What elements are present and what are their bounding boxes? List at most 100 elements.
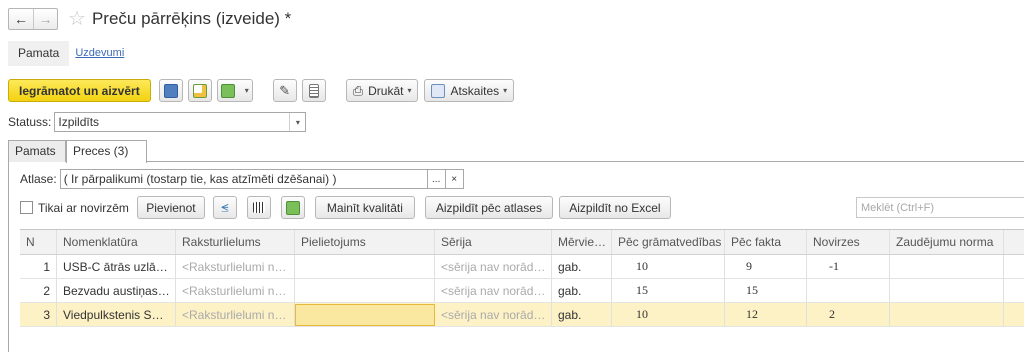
table-row[interactable]: 1 USB-C ātrās uzlā… <Raksturlielumi n… <… xyxy=(20,255,1024,279)
cell-fact[interactable]: 9 xyxy=(725,255,807,278)
edit-button[interactable]: ✎ xyxy=(272,79,297,102)
cell-item[interactable]: Bezvadu austiņas… xyxy=(57,279,176,302)
filter-label: Atlase: xyxy=(20,172,57,186)
cell-extra xyxy=(1004,303,1024,326)
filter-input[interactable]: ( Ir pārpalikumi (tostarp tie, kas atzīm… xyxy=(59,169,428,189)
table-row[interactable]: 2 Bezvadu austiņas… <Raksturlielumi n… <… xyxy=(20,279,1024,303)
cell-book: 10 xyxy=(612,255,725,278)
search-input[interactable]: Meklēt (Ctrl+F) xyxy=(856,197,1024,218)
chevron-down-icon: ▾ xyxy=(407,86,412,95)
cell-unit[interactable]: gab. xyxy=(552,279,612,302)
back-arrow-icon[interactable]: ← xyxy=(9,9,33,29)
barcode-button[interactable] xyxy=(246,196,271,219)
col-header-loss-norm[interactable]: Zaudējumu norma xyxy=(890,230,1004,254)
cell-diff: -1 xyxy=(807,255,890,278)
cell-fact[interactable]: 12 xyxy=(725,303,807,326)
cell-unit[interactable]: gab. xyxy=(552,303,612,326)
cell-characteristic[interactable]: <Raksturlielumi n… xyxy=(176,255,295,278)
cell-n: 2 xyxy=(20,279,57,302)
table-header: N Nomenklatūra Raksturlielums Pielietoju… xyxy=(20,229,1024,255)
add-button[interactable]: Pievienot xyxy=(136,196,205,219)
col-header-n[interactable]: N xyxy=(20,230,57,254)
chevron-down-icon: ▾ xyxy=(244,86,249,95)
forward-arrow-icon[interactable]: → xyxy=(33,9,57,29)
filter-more-button[interactable]: ... xyxy=(427,169,446,189)
cell-extra xyxy=(1004,255,1024,278)
pick-items-button[interactable] xyxy=(280,196,305,219)
only-discrepancies-label: Tikai ar novirzēm xyxy=(38,200,129,215)
only-discrepancies-checkbox[interactable] xyxy=(20,201,33,214)
goods-panel: Atlase: ( Ir pārpalikumi (tostarp tie, k… xyxy=(8,161,1024,352)
chevron-down-icon: ▾ xyxy=(503,86,508,95)
post-and-close-button[interactable]: Iegrāmatot un aizvērt xyxy=(8,79,151,102)
cell-characteristic[interactable]: <Raksturlielumi n… xyxy=(176,279,295,302)
goods-table: N Nomenklatūra Raksturlielums Pielietoju… xyxy=(20,229,1024,327)
section-tabs: Pamata Uzdevumi xyxy=(8,40,124,66)
share-button[interactable]: ⪬ xyxy=(212,196,237,219)
cell-unit[interactable]: gab. xyxy=(552,255,612,278)
cell-fact[interactable]: 15 xyxy=(725,279,807,302)
cell-usage-editing[interactable] xyxy=(295,303,435,326)
cell-usage[interactable] xyxy=(295,279,435,302)
chevron-down-icon[interactable]: ▾ xyxy=(289,113,305,131)
cell-characteristic[interactable]: <Raksturlielumi n… xyxy=(176,303,295,326)
cell-loss-norm[interactable] xyxy=(890,303,1004,326)
table-row-selected[interactable]: 3 Viedpulkstenis S… <Raksturlielumi n… <… xyxy=(20,303,1024,327)
filter-clear-button[interactable]: × xyxy=(445,169,464,189)
col-header-unit[interactable]: Mērvie… xyxy=(552,230,612,254)
print-label: Drukāt xyxy=(368,83,404,98)
create-based-icon xyxy=(220,83,235,98)
print-button[interactable]: ⎙ Drukāt ▾ xyxy=(345,79,419,102)
cell-series[interactable]: <sērija nav norād… xyxy=(435,279,552,302)
col-header-book[interactable]: Pēc grāmatvedības xyxy=(612,230,725,254)
col-header-fact[interactable]: Pēc fakta xyxy=(725,230,807,254)
toolbar: Iegrāmatot un aizvērt ▾ ✎ ⎙ Drukāt ▾ Ats… xyxy=(8,78,515,103)
star-icon[interactable]: ☆ xyxy=(68,9,86,29)
section-main[interactable]: Pamata xyxy=(8,40,70,66)
cell-diff: 2 xyxy=(807,303,890,326)
status-select[interactable]: Izpildīts ▾ xyxy=(54,112,307,132)
status-value: Izpildīts xyxy=(58,115,100,129)
cell-item[interactable]: USB-C ātrās uzlā… xyxy=(57,255,176,278)
document-list-icon xyxy=(308,83,319,98)
tab-main[interactable]: Pamats xyxy=(8,140,66,162)
col-header-characteristic[interactable]: Raksturlielums xyxy=(176,230,295,254)
cell-diff xyxy=(807,279,890,302)
nav-buttons: ← → xyxy=(8,8,58,30)
list-button[interactable] xyxy=(301,79,326,102)
section-tasks-link[interactable]: Uzdevumi xyxy=(75,47,124,59)
col-header-extra xyxy=(1004,230,1024,254)
tab-goods[interactable]: Preces (3) xyxy=(66,140,147,163)
save-icon xyxy=(163,83,178,98)
status-label: Statuss: xyxy=(8,115,52,129)
cell-usage[interactable] xyxy=(295,255,435,278)
reports-button[interactable]: Atskaites ▾ xyxy=(424,79,515,102)
cell-series[interactable]: <sērija nav norād… xyxy=(435,255,552,278)
cell-series[interactable]: <sērija nav norād… xyxy=(435,303,552,326)
printer-icon: ⎙ xyxy=(352,82,364,98)
col-header-series[interactable]: Sērija xyxy=(435,230,552,254)
report-icon xyxy=(431,83,446,98)
title-bar: ← → ☆ Preču pārrēķins (izveide) * xyxy=(8,6,291,32)
post-document-icon xyxy=(192,83,207,98)
cell-item[interactable]: Viedpulkstenis S… xyxy=(57,303,176,326)
cell-loss-norm[interactable] xyxy=(890,279,1004,302)
table-toolbar: Tikai ar novirzēm Pievienot ⪬ Mainīt kva… xyxy=(20,196,671,219)
filter-bar: Atlase: ( Ir pārpalikumi (tostarp tie, k… xyxy=(20,169,464,189)
fill-from-excel-button[interactable]: Aizpildīt no Excel xyxy=(558,196,671,219)
cell-n: 3 xyxy=(20,303,57,326)
change-quality-button[interactable]: Mainīt kvalitāti xyxy=(314,196,415,219)
pen-icon: ✎ xyxy=(279,82,291,98)
fill-by-selection-button[interactable]: Aizpildīt pēc atlases xyxy=(424,196,553,219)
pick-items-icon xyxy=(285,200,300,215)
create-based-on-button[interactable]: ▾ xyxy=(216,79,253,102)
col-header-diff[interactable]: Novirzes xyxy=(807,230,890,254)
cell-loss-norm[interactable] xyxy=(890,255,1004,278)
cell-extra xyxy=(1004,279,1024,302)
cell-n: 1 xyxy=(20,255,57,278)
col-header-item[interactable]: Nomenklatūra xyxy=(57,230,176,254)
save-button[interactable] xyxy=(158,79,183,102)
post-button[interactable] xyxy=(187,79,212,102)
window-title: Preču pārrēķins (izveide) * xyxy=(91,9,292,28)
col-header-usage[interactable]: Pielietojums xyxy=(295,230,435,254)
